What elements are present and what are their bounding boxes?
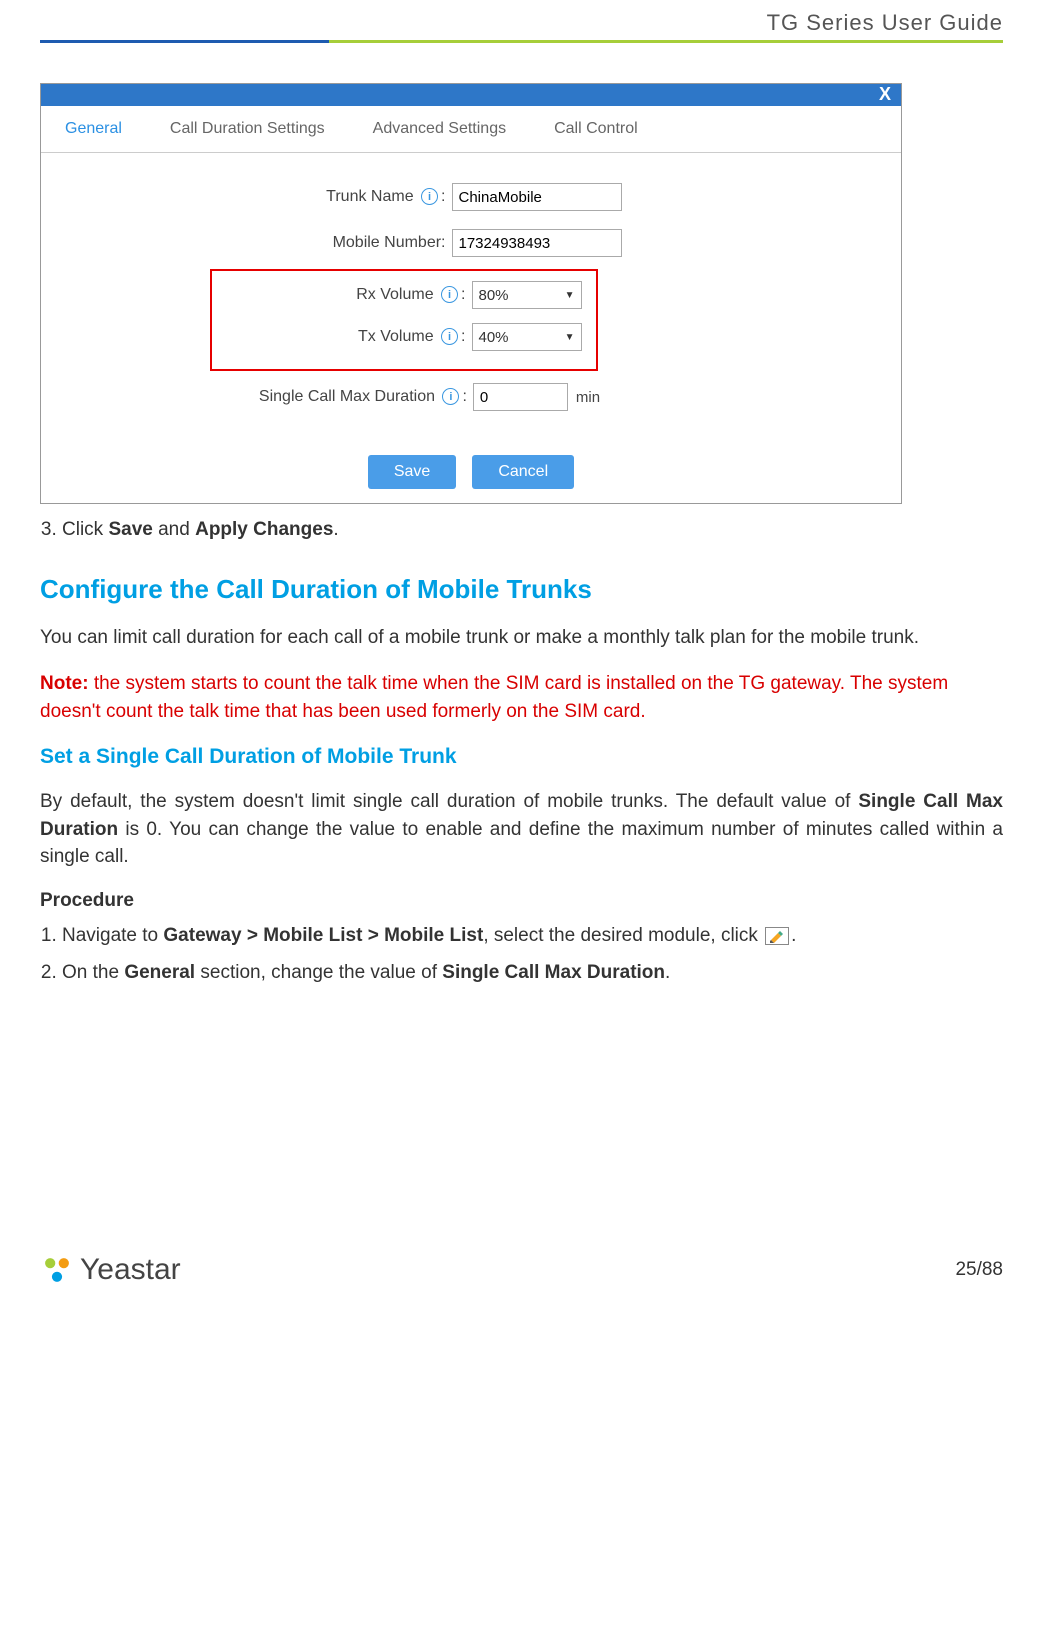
page-footer: Yeastar 25/88: [40, 1247, 1003, 1291]
brand-name: Yeastar: [80, 1253, 181, 1287]
tab-call-duration-settings[interactable]: Call Duration Settings: [146, 106, 349, 152]
subsection-heading: Set a Single Call Duration of Mobile Tru…: [40, 745, 1003, 769]
tx-volume-select[interactable]: 40% ▼: [472, 323, 582, 351]
save-button[interactable]: Save: [368, 455, 456, 489]
row-single-call-max: Single Call Max Duration i: min: [207, 383, 600, 411]
form-area: Trunk Name i: Mobile Number: Rx Volume i…: [41, 153, 901, 445]
logo-icon: [40, 1253, 74, 1287]
mobile-number-input[interactable]: [452, 229, 622, 257]
header-rule: [40, 40, 1003, 43]
note-text: Note: the system starts to count the tal…: [40, 670, 1003, 725]
label-rx-volume: Rx Volume i:: [220, 286, 472, 304]
label-single-call-max: Single Call Max Duration i:: [207, 388, 473, 406]
section-heading: Configure the Call Duration of Mobile Tr…: [40, 574, 1003, 605]
info-icon[interactable]: i: [441, 328, 458, 345]
chevron-down-icon: ▼: [565, 332, 575, 343]
volume-highlight-box: Rx Volume i: 80% ▼ Tx Volume i: 40% ▼: [210, 269, 598, 371]
rx-volume-select[interactable]: 80% ▼: [472, 281, 582, 309]
intro-paragraph: You can limit call duration for each cal…: [40, 624, 1003, 652]
row-trunk-name: Trunk Name i:: [186, 183, 622, 211]
dialog-titlebar: X: [41, 84, 901, 106]
label-mobile-number: Mobile Number:: [186, 234, 452, 252]
page-header: TG Series User Guide: [40, 10, 1003, 40]
single-call-max-input[interactable]: [473, 383, 568, 411]
document-body: Click Save and Apply Changes. Configure …: [40, 516, 1003, 987]
page-number: 25/88: [955, 1259, 1003, 1281]
trunk-name-input[interactable]: [452, 183, 622, 211]
info-icon[interactable]: i: [421, 188, 438, 205]
row-mobile-number: Mobile Number:: [186, 229, 622, 257]
cancel-button[interactable]: Cancel: [472, 455, 574, 489]
step-3: Click Save and Apply Changes.: [62, 516, 1003, 544]
row-rx-volume: Rx Volume i: 80% ▼: [220, 281, 582, 309]
settings-dialog: X General Call Duration Settings Advance…: [40, 83, 902, 504]
tab-advanced-settings[interactable]: Advanced Settings: [349, 106, 530, 152]
info-icon[interactable]: i: [441, 286, 458, 303]
subsection-paragraph: By default, the system doesn't limit sin…: [40, 788, 1003, 871]
info-icon[interactable]: i: [442, 388, 459, 405]
edit-icon[interactable]: [765, 927, 789, 945]
row-tx-volume: Tx Volume i: 40% ▼: [220, 323, 582, 351]
tab-bar: General Call Duration Settings Advanced …: [41, 106, 901, 153]
tab-general[interactable]: General: [41, 106, 146, 152]
procedure-step-2: On the General section, change the value…: [62, 959, 1003, 987]
procedure-heading: Procedure: [40, 890, 1003, 912]
close-icon[interactable]: X: [879, 84, 891, 105]
label-trunk-name: Trunk Name i:: [186, 188, 452, 206]
doc-title: TG Series User Guide: [767, 10, 1003, 36]
label-min: min: [576, 389, 600, 406]
label-tx-volume: Tx Volume i:: [220, 328, 472, 346]
procedure-step-1: Navigate to Gateway > Mobile List > Mobi…: [62, 922, 1003, 950]
brand-logo: Yeastar: [40, 1253, 181, 1287]
chevron-down-icon: ▼: [565, 290, 575, 301]
dialog-button-row: Save Cancel: [41, 445, 901, 503]
tab-call-control[interactable]: Call Control: [530, 106, 662, 152]
